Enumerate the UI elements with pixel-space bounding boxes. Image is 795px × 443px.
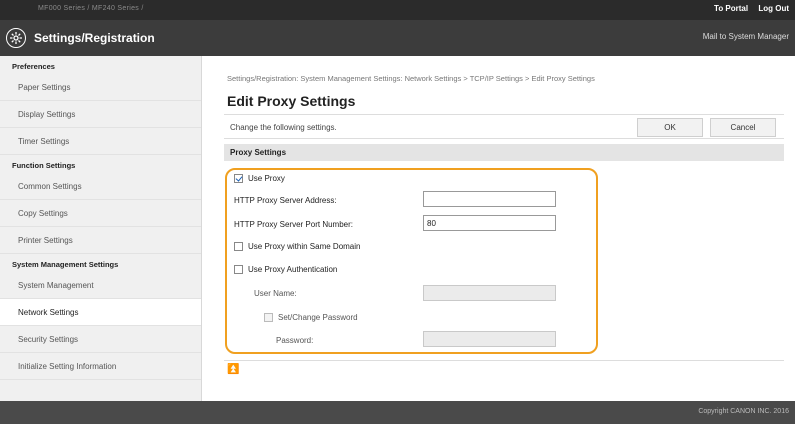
sidebar-item-common-settings[interactable]: Common Settings	[0, 173, 201, 200]
header-title: Settings/Registration	[34, 31, 155, 45]
mail-system-manager-link[interactable]: Mail to System Manager	[703, 32, 789, 41]
page-title: Edit Proxy Settings	[227, 93, 356, 109]
highlight-frame	[225, 168, 598, 354]
sidebar-item-initialize-setting-information[interactable]: Initialize Setting Information	[0, 353, 201, 380]
page-header: Settings/Registration Mail to System Man…	[0, 20, 795, 56]
instruction-text: Change the following settings.	[230, 123, 337, 132]
sidebar-item-printer-settings[interactable]: Printer Settings	[0, 227, 201, 254]
cancel-button[interactable]: Cancel	[710, 118, 776, 137]
sidebar-item-timer-settings[interactable]: Timer Settings	[0, 128, 201, 155]
sidebar-item-paper-settings[interactable]: Paper Settings	[0, 74, 201, 101]
sidebar: Preferences Paper Settings Display Setti…	[0, 56, 202, 401]
sidebar-item-security-settings[interactable]: Security Settings	[0, 326, 201, 353]
section-header-proxy-settings: Proxy Settings	[224, 144, 784, 161]
device-model: MF000 Series / MF240 Series /	[38, 5, 144, 12]
copyright-text: Copyright CANON INC. 2016	[698, 408, 789, 415]
sidebar-group-system-management-settings: System Management Settings	[12, 260, 119, 269]
ok-button[interactable]: OK	[637, 118, 703, 137]
sidebar-group-function-settings: Function Settings	[12, 161, 76, 170]
top-bar: MF000 Series / MF240 Series / To Portal …	[0, 0, 795, 20]
breadcrumb: Settings/Registration: System Management…	[227, 74, 595, 83]
main-content: Settings/Registration: System Management…	[202, 56, 795, 401]
bottom-divider	[224, 360, 784, 361]
sidebar-item-display-settings[interactable]: Display Settings	[0, 101, 201, 128]
sidebar-item-copy-settings[interactable]: Copy Settings	[0, 200, 201, 227]
page-footer: Copyright CANON INC. 2016	[0, 401, 795, 424]
sidebar-group-preferences: Preferences	[12, 62, 55, 71]
logout-link[interactable]: Log Out	[758, 4, 789, 13]
to-portal-link[interactable]: To Portal	[714, 4, 748, 13]
top-links: To Portal Log Out	[706, 4, 789, 13]
instruction-row: Change the following settings. OK Cancel	[224, 114, 784, 139]
settings-gear-icon	[6, 28, 26, 48]
sidebar-item-system-management[interactable]: System Management	[0, 272, 201, 299]
to-top-arrow-icon[interactable]: ⏫	[227, 364, 239, 375]
sidebar-item-network-settings[interactable]: Network Settings	[0, 299, 201, 326]
